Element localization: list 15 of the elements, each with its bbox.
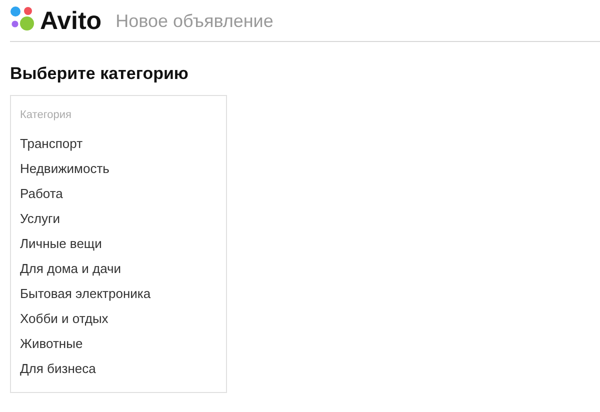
logo-icon xyxy=(10,6,36,32)
category-item[interactable]: Бытовая электроника xyxy=(20,281,217,306)
section-heading: Выберите категорию xyxy=(10,64,190,84)
logo-text[interactable]: Avito xyxy=(40,6,102,36)
category-item[interactable]: Для бизнеса xyxy=(20,356,217,381)
page-title: Новое объявление xyxy=(116,10,274,32)
category-item[interactable]: Транспорт xyxy=(20,131,217,156)
category-item[interactable]: Животные xyxy=(20,331,217,356)
category-item[interactable]: Хобби и отдых xyxy=(20,306,217,331)
list-label: Категория xyxy=(20,108,72,122)
category-item[interactable]: Для дома и дачи xyxy=(20,256,217,281)
category-item[interactable]: Недвижимость xyxy=(20,156,217,181)
category-item[interactable]: Личные вещи xyxy=(20,231,217,256)
category-item[interactable]: Услуги xyxy=(20,206,217,231)
category-item[interactable]: Работа xyxy=(20,181,217,206)
